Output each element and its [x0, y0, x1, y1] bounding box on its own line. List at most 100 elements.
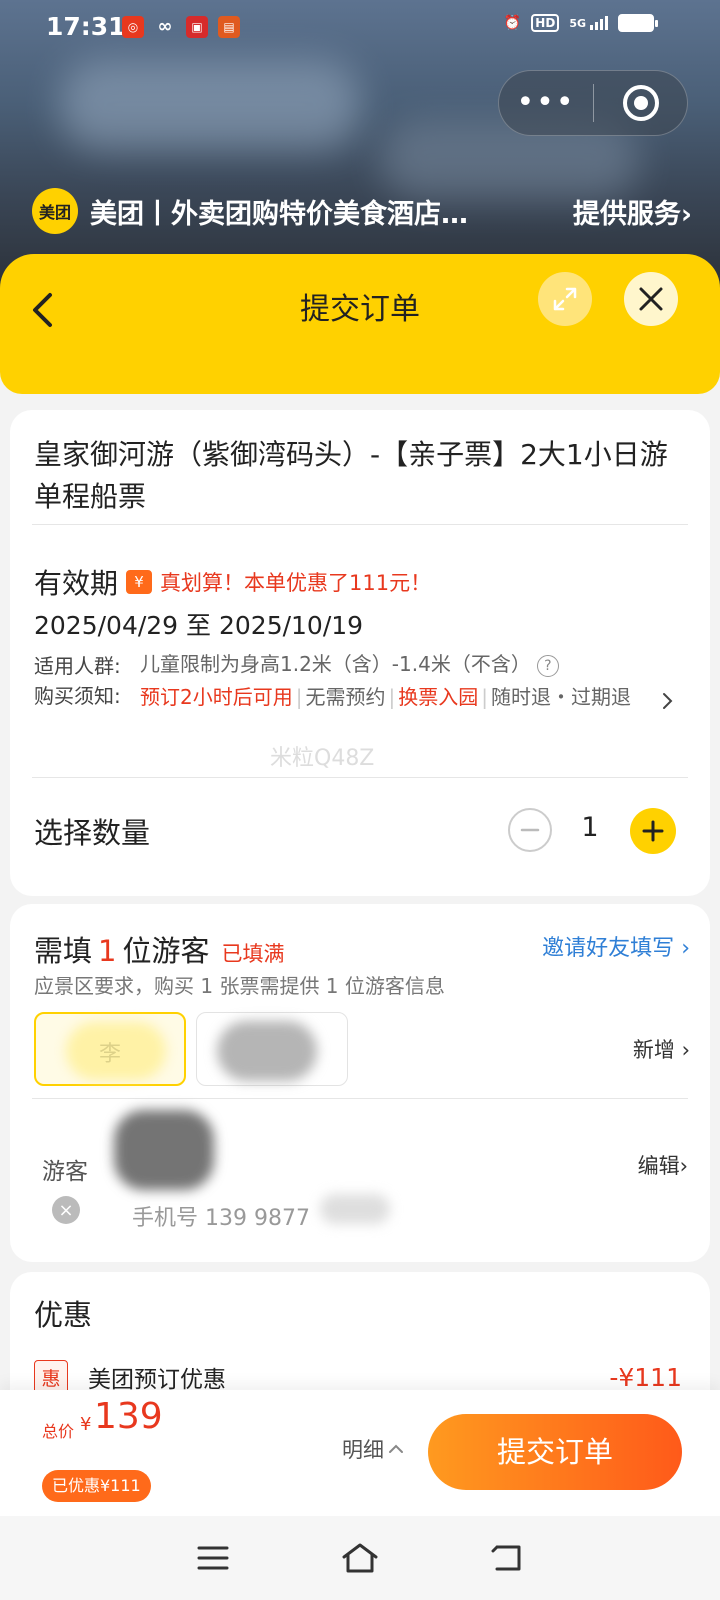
- system-icons: ⏰ HD 5G: [503, 14, 658, 32]
- status-bar: 17:31 ◎ ∞ ▣ ▤ ⏰ HD 5G: [0, 0, 720, 56]
- price-detail-button[interactable]: 明细: [342, 1434, 404, 1464]
- submit-order-button[interactable]: 提交订单: [428, 1414, 682, 1490]
- service-link[interactable]: 提供服务›: [573, 192, 692, 231]
- audience-label: 适用人群:: [34, 654, 121, 678]
- background-blur: [60, 60, 360, 150]
- total-label: 总价: [42, 1422, 75, 1441]
- page-title: 提交订单: [300, 292, 420, 327]
- note-item: 换票入园: [398, 685, 479, 709]
- menu-button[interactable]: [183, 1528, 243, 1588]
- back-nav-icon: [491, 1545, 521, 1571]
- signal-icon: 5G: [569, 16, 608, 30]
- chevron-up-icon: [389, 1444, 403, 1453]
- back-nav-button[interactable]: [477, 1528, 537, 1588]
- tourist-chip[interactable]: [196, 1012, 348, 1086]
- alarm-icon: ⏰: [503, 15, 522, 31]
- validity-row: 有效期 ¥ 真划算！本单优惠了111元！: [34, 562, 431, 602]
- discount-badge-icon: 惠: [34, 1360, 68, 1394]
- tourist-need-suffix: 位游客: [122, 934, 210, 968]
- app-notification-icon: ▤: [218, 16, 240, 38]
- app-notification-icon: ◎: [122, 16, 144, 38]
- detail-label: 明细: [342, 1438, 384, 1462]
- promotion-amount: -¥111: [609, 1362, 682, 1392]
- divider: [32, 777, 688, 778]
- privacy-blur: [66, 1022, 166, 1080]
- divider: [32, 524, 688, 525]
- quantity-value: 1: [581, 812, 599, 843]
- currency-symbol: ¥: [80, 1414, 92, 1435]
- mini-program-name: 美团丨外卖团购特价美食酒店…: [90, 198, 468, 230]
- target-icon: [622, 85, 659, 121]
- invite-friend-link[interactable]: 邀请好友填写 ›: [542, 930, 690, 962]
- close-icon: [639, 287, 663, 311]
- chevron-right-icon: ›: [680, 198, 692, 230]
- more-options-icon[interactable]: •••: [499, 70, 593, 136]
- notes-value: 预订2小时后可用 | 无需预约 | 换票入园 | 随时退・过期退: [140, 680, 640, 714]
- hd-icon: HD: [531, 14, 560, 32]
- tourist-need-count: 1: [98, 934, 117, 968]
- product-title: 皇家御河游（紫御湾码头）-【亲子票】2大1小日游单程船票: [34, 438, 668, 513]
- tourist-need-prefix: 需填: [34, 934, 93, 968]
- service-link-label: 提供服务: [572, 198, 681, 230]
- chevron-right-icon: ›: [679, 1154, 688, 1178]
- app-notification-icon: ∞: [157, 16, 173, 37]
- chevron-right-icon: ›: [681, 1038, 690, 1062]
- promotion-row: 惠 美团预订优惠 -¥111: [34, 1360, 682, 1394]
- tourist-heading: 需填 1 位游客 已填满: [34, 928, 284, 970]
- chevron-right-icon: [663, 693, 673, 709]
- note-item: 随时退・过期退: [490, 685, 631, 709]
- network-type-label: 5G: [569, 17, 586, 30]
- privacy-blur: [114, 1110, 214, 1190]
- saved-badge: 已优惠¥111: [42, 1470, 151, 1502]
- quantity-decrease-button[interactable]: [508, 808, 552, 852]
- minus-icon: [520, 828, 540, 832]
- remove-tourist-icon[interactable]: ×: [52, 1196, 80, 1224]
- meituan-logo: 美团: [32, 188, 78, 234]
- quantity-label: 选择数量: [34, 816, 151, 850]
- chevron-right-icon: ›: [681, 936, 690, 961]
- page-header: 提交订单: [0, 254, 720, 394]
- notes-label: 购买须知:: [34, 684, 121, 708]
- battery-icon: [618, 14, 658, 32]
- notification-icons: ◎ ∞ ▣ ▤: [122, 16, 240, 38]
- home-icon: [342, 1543, 378, 1573]
- expand-button[interactable]: [538, 272, 592, 326]
- help-icon[interactable]: ?: [536, 654, 559, 677]
- watermark: 米粒Q48Z: [270, 746, 375, 771]
- note-separator: |: [481, 685, 488, 709]
- quantity-increase-button[interactable]: [630, 808, 676, 854]
- add-tourist-link[interactable]: 新增 ›: [633, 1034, 690, 1064]
- plus-icon: [642, 820, 664, 842]
- audience-value: 儿童限制为身高1.2米（含）-1.4米（不含）?: [140, 650, 559, 679]
- deal-text: 真划算！本单优惠了111元！: [160, 571, 432, 595]
- divider: [32, 1098, 688, 1099]
- purchase-notes-row[interactable]: 购买须知: 预订2小时后可用 | 无需预约 | 换票入园 | 随时退・过期退: [34, 680, 664, 714]
- mini-program-capsule: •••: [498, 70, 688, 136]
- privacy-blur: [217, 1021, 317, 1081]
- tourist-chip-selected[interactable]: 李: [34, 1012, 186, 1086]
- tourist-row-label: 游客: [42, 1159, 88, 1185]
- product-card: 皇家御河游（紫御湾码头）-【亲子票】2大1小日游单程船票 有效期 ¥ 真划算！本…: [10, 410, 710, 896]
- invite-link-label: 邀请好友填写: [542, 936, 675, 961]
- app-notification-icon: ▣: [186, 16, 208, 38]
- tourist-phone: 手机号 139 9877: [132, 1206, 310, 1231]
- edit-link-label: 编辑: [637, 1154, 680, 1178]
- validity-label: 有效期: [34, 567, 119, 600]
- deal-icon: ¥: [126, 570, 153, 594]
- filled-status: 已填满: [221, 942, 285, 966]
- promotion-name: 美团预订优惠: [88, 1367, 226, 1393]
- menu-icon: [197, 1546, 229, 1570]
- privacy-blur: [320, 1194, 390, 1224]
- promotion-title: 优惠: [34, 1298, 93, 1332]
- expand-icon: [553, 287, 577, 311]
- add-link-label: 新增: [632, 1038, 675, 1062]
- home-button[interactable]: [330, 1528, 390, 1588]
- edit-tourist-link[interactable]: 编辑›: [638, 1150, 688, 1180]
- audience-value-text: 儿童限制为身高1.2米（含）-1.4米（不含）: [140, 652, 531, 676]
- close-button[interactable]: [624, 272, 678, 326]
- tourist-card: 需填 1 位游客 已填满 邀请好友填写 › 应景区要求，购买 1 张票需提供 1…: [10, 904, 710, 1262]
- audience-row: 适用人群: 儿童限制为身高1.2米（含）-1.4米（不含）?: [34, 650, 559, 679]
- total-price: 139: [94, 1396, 163, 1437]
- close-mini-program-button[interactable]: [594, 85, 687, 121]
- tourist-subtitle: 应景区要求，购买 1 张票需提供 1 位游客信息: [34, 974, 445, 998]
